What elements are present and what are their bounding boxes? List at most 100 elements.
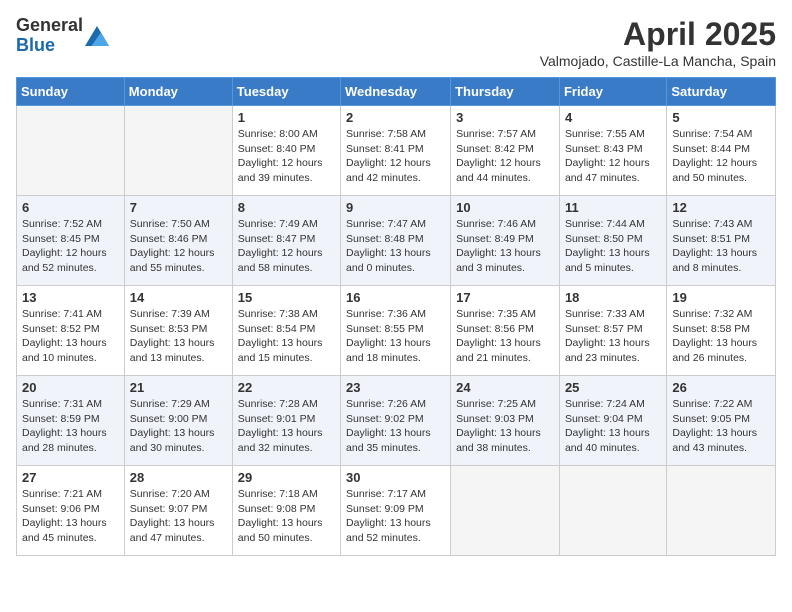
cell-day-number: 10 xyxy=(456,200,554,215)
cell-day-number: 19 xyxy=(672,290,770,305)
calendar-cell: 1 Sunrise: 8:00 AMSunset: 8:40 PMDaylight… xyxy=(232,106,340,196)
calendar-cell: 3 Sunrise: 7:57 AMSunset: 8:42 PMDaylight… xyxy=(451,106,560,196)
cell-day-number: 16 xyxy=(346,290,445,305)
cell-day-number: 5 xyxy=(672,110,770,125)
cell-info: Sunrise: 7:26 AMSunset: 9:02 PMDaylight:… xyxy=(346,397,445,456)
calendar-cell: 13 Sunrise: 7:41 AMSunset: 8:52 PMDayligh… xyxy=(17,286,125,376)
cell-day-number: 24 xyxy=(456,380,554,395)
logo-blue: Blue xyxy=(16,36,83,56)
cell-info: Sunrise: 7:54 AMSunset: 8:44 PMDaylight:… xyxy=(672,127,770,186)
location-title: Valmojado, Castille-La Mancha, Spain xyxy=(540,53,776,69)
cell-day-number: 6 xyxy=(22,200,119,215)
calendar-cell: 14 Sunrise: 7:39 AMSunset: 8:53 PMDayligh… xyxy=(124,286,232,376)
cell-day-number: 29 xyxy=(238,470,335,485)
calendar-cell: 19 Sunrise: 7:32 AMSunset: 8:58 PMDayligh… xyxy=(667,286,776,376)
calendar-cell: 11Sunrise: 7:44 AMSunset: 8:50 PMDayligh… xyxy=(559,196,666,286)
cell-day-number: 1 xyxy=(238,110,335,125)
calendar-cell: 15 Sunrise: 7:38 AMSunset: 8:54 PMDayligh… xyxy=(232,286,340,376)
calendar-header-row: SundayMondayTuesdayWednesdayThursdayFrid… xyxy=(17,78,776,106)
calendar-cell: 7Sunrise: 7:50 AMSunset: 8:46 PMDaylight… xyxy=(124,196,232,286)
logo-icon xyxy=(85,26,109,46)
cell-day-number: 22 xyxy=(238,380,335,395)
cell-info: Sunrise: 7:36 AMSunset: 8:55 PMDaylight:… xyxy=(346,307,445,366)
calendar-cell: 29 Sunrise: 7:18 AMSunset: 9:08 PMDayligh… xyxy=(232,466,340,556)
calendar-cell: 17Sunrise: 7:35 AMSunset: 8:56 PMDayligh… xyxy=(451,286,560,376)
calendar-cell: 25 Sunrise: 7:24 AMSunset: 9:04 PMDayligh… xyxy=(559,376,666,466)
calendar-cell: 9 Sunrise: 7:47 AMSunset: 8:48 PMDaylight… xyxy=(341,196,451,286)
cell-info: Sunrise: 7:47 AMSunset: 8:48 PMDaylight:… xyxy=(346,217,445,276)
weekday-header-sunday: Sunday xyxy=(17,78,125,106)
cell-day-number: 14 xyxy=(130,290,227,305)
cell-day-number: 15 xyxy=(238,290,335,305)
calendar-cell: 23 Sunrise: 7:26 AMSunset: 9:02 PMDayligh… xyxy=(341,376,451,466)
calendar-cell: 4Sunrise: 7:55 AMSunset: 8:43 PMDaylight… xyxy=(559,106,666,196)
cell-day-number: 7 xyxy=(130,200,227,215)
cell-info: Sunrise: 7:46 AMSunset: 8:49 PMDaylight:… xyxy=(456,217,554,276)
calendar-cell: 18 Sunrise: 7:33 AMSunset: 8:57 PMDayligh… xyxy=(559,286,666,376)
weekday-header-wednesday: Wednesday xyxy=(341,78,451,106)
cell-info: Sunrise: 7:38 AMSunset: 8:54 PMDaylight:… xyxy=(238,307,335,366)
calendar-cell: 10 Sunrise: 7:46 AMSunset: 8:49 PMDayligh… xyxy=(451,196,560,286)
calendar-cell xyxy=(559,466,666,556)
weekday-header-saturday: Saturday xyxy=(667,78,776,106)
cell-info: Sunrise: 7:43 AMSunset: 8:51 PMDaylight:… xyxy=(672,217,770,276)
cell-day-number: 2 xyxy=(346,110,445,125)
calendar-cell xyxy=(17,106,125,196)
calendar-cell: 2 Sunrise: 7:58 AMSunset: 8:41 PMDaylight… xyxy=(341,106,451,196)
calendar-week-row: 1 Sunrise: 8:00 AMSunset: 8:40 PMDaylight… xyxy=(17,106,776,196)
cell-day-number: 23 xyxy=(346,380,445,395)
cell-info: Sunrise: 8:00 AMSunset: 8:40 PMDaylight:… xyxy=(238,127,335,186)
logo: General Blue xyxy=(16,16,109,56)
calendar-cell: 30 Sunrise: 7:17 AMSunset: 9:09 PMDayligh… xyxy=(341,466,451,556)
cell-day-number: 9 xyxy=(346,200,445,215)
calendar-cell: 28 Sunrise: 7:20 AMSunset: 9:07 PMDayligh… xyxy=(124,466,232,556)
cell-day-number: 13 xyxy=(22,290,119,305)
cell-info: Sunrise: 7:24 AMSunset: 9:04 PMDaylight:… xyxy=(565,397,661,456)
title-block: April 2025 Valmojado, Castille-La Mancha… xyxy=(540,16,776,69)
cell-info: Sunrise: 7:25 AMSunset: 9:03 PMDaylight:… xyxy=(456,397,554,456)
calendar-week-row: 13 Sunrise: 7:41 AMSunset: 8:52 PMDayligh… xyxy=(17,286,776,376)
weekday-header-monday: Monday xyxy=(124,78,232,106)
cell-day-number: 27 xyxy=(22,470,119,485)
cell-info: Sunrise: 7:22 AMSunset: 9:05 PMDaylight:… xyxy=(672,397,770,456)
cell-info: Sunrise: 7:32 AMSunset: 8:58 PMDaylight:… xyxy=(672,307,770,366)
calendar-cell: 12 Sunrise: 7:43 AMSunset: 8:51 PMDayligh… xyxy=(667,196,776,286)
weekday-header-friday: Friday xyxy=(559,78,666,106)
cell-info: Sunrise: 7:18 AMSunset: 9:08 PMDaylight:… xyxy=(238,487,335,546)
cell-day-number: 28 xyxy=(130,470,227,485)
cell-info: Sunrise: 7:33 AMSunset: 8:57 PMDaylight:… xyxy=(565,307,661,366)
calendar-week-row: 20Sunrise: 7:31 AMSunset: 8:59 PMDayligh… xyxy=(17,376,776,466)
cell-info: Sunrise: 7:28 AMSunset: 9:01 PMDaylight:… xyxy=(238,397,335,456)
cell-info: Sunrise: 7:35 AMSunset: 8:56 PMDaylight:… xyxy=(456,307,554,366)
cell-info: Sunrise: 7:20 AMSunset: 9:07 PMDaylight:… xyxy=(130,487,227,546)
cell-info: Sunrise: 7:41 AMSunset: 8:52 PMDaylight:… xyxy=(22,307,119,366)
calendar-cell: 22 Sunrise: 7:28 AMSunset: 9:01 PMDayligh… xyxy=(232,376,340,466)
calendar-cell: 21Sunrise: 7:29 AMSunset: 9:00 PMDayligh… xyxy=(124,376,232,466)
cell-info: Sunrise: 7:55 AMSunset: 8:43 PMDaylight:… xyxy=(565,127,661,186)
calendar-cell: 26 Sunrise: 7:22 AMSunset: 9:05 PMDayligh… xyxy=(667,376,776,466)
calendar-cell xyxy=(124,106,232,196)
cell-info: Sunrise: 7:39 AMSunset: 8:53 PMDaylight:… xyxy=(130,307,227,366)
cell-day-number: 12 xyxy=(672,200,770,215)
calendar-cell: 24 Sunrise: 7:25 AMSunset: 9:03 PMDayligh… xyxy=(451,376,560,466)
calendar-table: SundayMondayTuesdayWednesdayThursdayFrid… xyxy=(16,77,776,556)
cell-info: Sunrise: 7:17 AMSunset: 9:09 PMDaylight:… xyxy=(346,487,445,546)
cell-info: Sunrise: 7:44 AMSunset: 8:50 PMDaylight:… xyxy=(565,217,661,276)
cell-info: Sunrise: 7:52 AMSunset: 8:45 PMDaylight:… xyxy=(22,217,119,276)
page-header: General Blue April 2025 Valmojado, Casti… xyxy=(16,16,776,69)
cell-info: Sunrise: 7:57 AMSunset: 8:42 PMDaylight:… xyxy=(456,127,554,186)
cell-day-number: 8 xyxy=(238,200,335,215)
calendar-cell: 20Sunrise: 7:31 AMSunset: 8:59 PMDayligh… xyxy=(17,376,125,466)
cell-info: Sunrise: 7:58 AMSunset: 8:41 PMDaylight:… xyxy=(346,127,445,186)
calendar-cell xyxy=(667,466,776,556)
cell-day-number: 30 xyxy=(346,470,445,485)
calendar-cell: 16 Sunrise: 7:36 AMSunset: 8:55 PMDayligh… xyxy=(341,286,451,376)
weekday-header-tuesday: Tuesday xyxy=(232,78,340,106)
cell-day-number: 18 xyxy=(565,290,661,305)
logo-general: General xyxy=(16,16,83,36)
cell-day-number: 3 xyxy=(456,110,554,125)
cell-day-number: 26 xyxy=(672,380,770,395)
cell-day-number: 25 xyxy=(565,380,661,395)
cell-day-number: 20 xyxy=(22,380,119,395)
calendar-cell: 27Sunrise: 7:21 AMSunset: 9:06 PMDayligh… xyxy=(17,466,125,556)
